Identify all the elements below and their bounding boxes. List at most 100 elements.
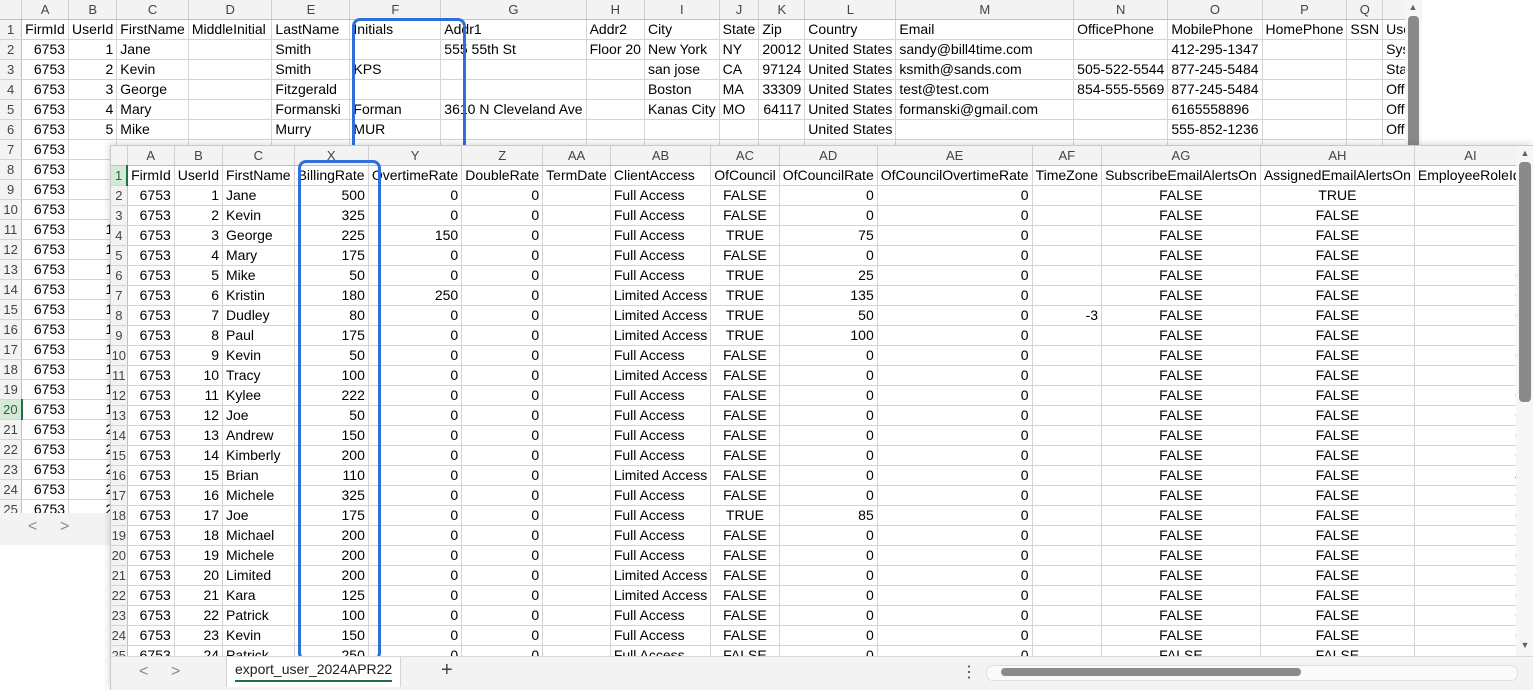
cell[interactable]: FALSE [1260, 586, 1414, 606]
cell[interactable]: Paul [223, 326, 295, 346]
cell[interactable] [759, 120, 805, 140]
cell[interactable]: 555-852-1236 [1168, 120, 1262, 140]
column-letter[interactable]: N [1074, 0, 1168, 20]
cell[interactable] [1032, 266, 1102, 286]
header-cell[interactable]: UserId [69, 20, 117, 40]
cell[interactable]: Limited Access [610, 306, 710, 326]
cell[interactable]: 75 [779, 226, 877, 246]
cell[interactable]: KPS [350, 60, 441, 80]
cell[interactable] [543, 426, 611, 446]
cell[interactable]: 0 [877, 466, 1032, 486]
cell[interactable]: 6753 [127, 386, 174, 406]
cell[interactable]: 0 [779, 626, 877, 646]
cell[interactable]: Limited Access [610, 286, 710, 306]
cell[interactable]: 0 [1414, 346, 1526, 366]
cell[interactable] [644, 120, 719, 140]
cell[interactable] [543, 626, 611, 646]
column-letter[interactable]: B [69, 0, 117, 20]
header-cell[interactable]: Addr2 [586, 20, 644, 40]
cell[interactable] [1262, 60, 1347, 80]
cell[interactable] [543, 226, 611, 246]
cell[interactable]: 110 [294, 466, 368, 486]
cell[interactable]: 250 [368, 286, 461, 306]
cell[interactable] [1032, 606, 1102, 626]
cell[interactable]: FALSE [711, 586, 779, 606]
cell[interactable]: 6753 [22, 120, 69, 140]
horizontal-scroll-thumb[interactable] [1001, 668, 1301, 676]
cell[interactable]: FALSE [1260, 406, 1414, 426]
cell[interactable] [1074, 100, 1168, 120]
cell[interactable]: 5 [69, 120, 117, 140]
cell[interactable]: FALSE [1102, 546, 1261, 566]
cell[interactable]: 0 [877, 406, 1032, 426]
cell[interactable]: Full Access [610, 546, 710, 566]
cell[interactable]: 0 [368, 186, 461, 206]
cell[interactable]: 0 [368, 506, 461, 526]
cell[interactable]: Joe [223, 406, 295, 426]
cell[interactable]: Kevin [223, 346, 295, 366]
cell[interactable]: FALSE [711, 526, 779, 546]
row-number[interactable]: 4 [111, 226, 127, 246]
header-cell[interactable]: FirstName [223, 166, 295, 186]
header-cell[interactable]: FirmId [127, 166, 174, 186]
cell[interactable]: 0 [779, 406, 877, 426]
scroll-up-icon[interactable]: ▲ [1407, 2, 1419, 12]
column-letter[interactable]: C [223, 146, 295, 166]
cell[interactable] [1032, 206, 1102, 226]
more-vertical-icon[interactable]: ⋮ [961, 662, 977, 682]
cell[interactable]: FALSE [1102, 566, 1261, 586]
cell[interactable]: 1 [1414, 186, 1526, 206]
cell[interactable]: 0 [462, 566, 543, 586]
cell[interactable]: 0 [462, 346, 543, 366]
front-scroll-thumb[interactable] [1519, 162, 1531, 402]
cell[interactable] [543, 606, 611, 626]
cell[interactable] [543, 466, 611, 486]
cell[interactable]: Jane [223, 186, 295, 206]
cell[interactable]: sandy@bill4time.com [896, 40, 1074, 60]
cell[interactable]: United States [805, 60, 896, 80]
cell[interactable]: 0 [1414, 586, 1526, 606]
cell[interactable]: FALSE [1102, 506, 1261, 526]
cell[interactable]: 0 [368, 606, 461, 626]
cell[interactable]: 100 [294, 366, 368, 386]
cell[interactable]: 0 [462, 406, 543, 426]
cell[interactable]: 0 [368, 246, 461, 266]
row-number[interactable]: 3 [0, 60, 22, 80]
cell[interactable]: FALSE [711, 366, 779, 386]
column-letter[interactable]: X [294, 146, 368, 166]
cell[interactable]: FALSE [1102, 286, 1261, 306]
cell[interactable]: 877-245-5484 [1168, 60, 1262, 80]
cell[interactable]: FALSE [711, 486, 779, 506]
cell[interactable]: 0 [1414, 566, 1526, 586]
cell[interactable]: Full Access [610, 186, 710, 206]
cell[interactable] [543, 546, 611, 566]
cell[interactable]: Kimberly [223, 446, 295, 466]
cell[interactable]: 0 [368, 206, 461, 226]
column-letter[interactable]: AI [1414, 146, 1526, 166]
cell[interactable]: FALSE [1102, 206, 1261, 226]
cell[interactable]: 50 [294, 266, 368, 286]
cell[interactable] [543, 326, 611, 346]
cell[interactable] [350, 40, 441, 60]
header-cell[interactable]: MobilePhone [1168, 20, 1262, 40]
cell[interactable]: FALSE [711, 246, 779, 266]
cell[interactable]: 6753 [127, 546, 174, 566]
row-number[interactable]: 18 [111, 506, 127, 526]
cell[interactable]: 2 [1414, 226, 1526, 246]
cell[interactable]: Kylee [223, 386, 295, 406]
cell[interactable]: 0 [1414, 486, 1526, 506]
cell[interactable]: 50 [294, 406, 368, 426]
cell[interactable]: 6753 [127, 326, 174, 346]
cell[interactable] [543, 526, 611, 546]
header-cell[interactable]: FirmId [22, 20, 69, 40]
cell[interactable]: George [117, 80, 189, 100]
cell[interactable]: Michele [223, 486, 295, 506]
cell[interactable]: George [223, 226, 295, 246]
cell[interactable]: 0 [462, 286, 543, 306]
cell[interactable]: United States [805, 100, 896, 120]
cell[interactable]: MUR [350, 120, 441, 140]
column-letter[interactable]: L [805, 0, 896, 20]
header-cell[interactable]: SubscribeEmailAlertsOn [1102, 166, 1261, 186]
cell[interactable]: 50 [779, 306, 877, 326]
cell[interactable]: 0 [877, 246, 1032, 266]
